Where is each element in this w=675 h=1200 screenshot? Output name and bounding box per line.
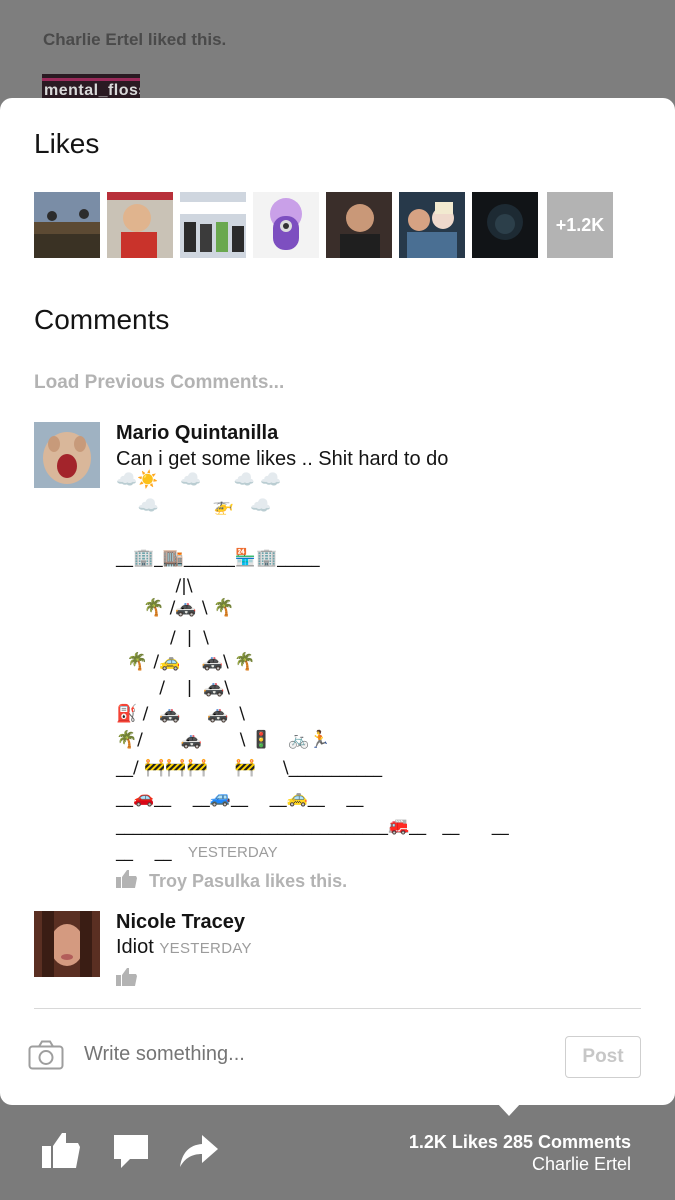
thumbs-up-icon[interactable] [116,869,138,889]
commenter-avatar[interactable] [34,422,100,488]
liker-avatar[interactable] [107,192,173,258]
emoji-art-line: / | \ [116,628,209,648]
liker-avatar[interactable] [34,192,100,258]
comments-count[interactable]: 285 Comments [503,1132,631,1152]
liker-avatar[interactable] [253,192,319,258]
emoji-art-line: ________________________________🚒__ __ _… [116,816,509,836]
likes-count[interactable]: 1.2K Likes [409,1132,498,1152]
comment-text: Idiot [116,936,154,958]
emoji-art-tail: __ __ [116,842,172,862]
likes-comments-sheet: Likes +1.2K Comments Load Previous Comme… [0,98,675,1105]
liker-avatar[interactable] [180,192,246,258]
comment-input[interactable] [84,1043,524,1066]
background-liked-text: Charlie Ertel liked this. [43,30,227,49]
emoji-art-line: / | 🚓\ [116,678,231,698]
load-previous-comments-link[interactable]: Load Previous Comments... [34,372,284,394]
emoji-art-line: ☁️☀️ ☁️ ☁️ ☁️ [116,470,282,490]
emoji-art-line: 🌴 /🚕 🚓\ 🌴 [116,652,256,672]
comment-author[interactable]: Nicole Tracey [116,911,245,934]
mental-floss-logo: mental_floss [42,74,140,100]
comment-like-note[interactable]: Troy Pasulka likes this. [149,871,347,892]
thumbs-up-icon[interactable] [40,1130,82,1170]
share-icon[interactable] [178,1131,220,1171]
comment-timestamp: YESTERDAY [159,940,252,957]
emoji-art-line: __🚗__ __🚙__ __🚕__ __ [116,788,364,808]
emoji-art-line: 🌴/ 🚓 \ 🚦 🚲🏃 [116,730,331,750]
comment-icon[interactable] [110,1131,152,1171]
emoji-art-line: __/ 🚧🚧🚧 🚧 \___________ [116,758,383,778]
thumbs-up-icon[interactable] [116,967,138,987]
emoji-art-line: ☁️ 🚁 ☁️ [116,496,272,516]
camera-icon[interactable] [28,1040,64,1070]
emoji-art-line: /|\ [116,576,193,596]
comment-text-row: Idiot YESTERDAY [116,936,252,959]
commenter-avatar[interactable] [34,911,100,977]
sheet-pointer [497,1103,521,1116]
comment-timestamp: YESTERDAY [187,844,278,861]
comments-heading: Comments [34,304,170,335]
liker-avatar[interactable] [399,192,465,258]
engagement-counts[interactable]: 1.2K Likes 285 Comments [409,1132,631,1153]
likers-avatar-row: +1.2K [34,192,624,258]
liker-avatar[interactable] [326,192,392,258]
post-button[interactable]: Post [565,1036,641,1078]
logo-stripe [42,78,140,81]
post-owner-name[interactable]: Charlie Ertel [532,1154,631,1175]
liker-avatar[interactable] [472,192,538,258]
likes-heading: Likes [34,128,100,159]
comment-author[interactable]: Mario Quintanilla [116,422,278,445]
background-feed-story: Charlie Ertel liked this. mental_floss [0,0,675,110]
emoji-art-last-line: __ __ YESTERDAY [116,842,278,863]
comment-text: Can i get some likes .. Shit hard to do [116,448,449,470]
composer-divider [34,1008,641,1009]
more-likes-button[interactable]: +1.2K [547,192,613,258]
emoji-art-line: ⛽ / 🚓 🚓 \ [116,704,245,724]
emoji-art-line: __🏢_🏬______🏪🏢_____ [116,548,320,568]
emoji-art-line: 🌴 /🚓 \ 🌴 [116,598,235,618]
